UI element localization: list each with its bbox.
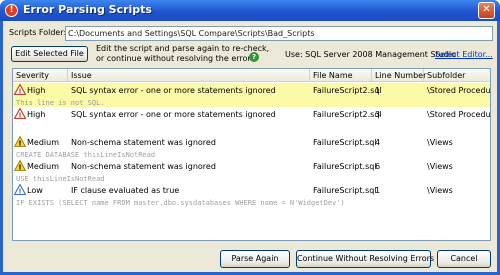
issues-list[interactable]: Severity Issue File Name Line Number Sub… bbox=[12, 68, 491, 241]
line-number-cell: 6 bbox=[375, 162, 381, 171]
subfolder-cell: \Stored Procedures bbox=[427, 86, 491, 95]
line-number-cell: 4 bbox=[375, 138, 381, 147]
severity-cell: High bbox=[27, 110, 46, 119]
code-snippet: CREATE DATABASE thisLineIsNotRead bbox=[16, 151, 156, 159]
severity-cell: Medium bbox=[27, 162, 59, 171]
svg-text:!: ! bbox=[18, 164, 21, 172]
line-number-cell: 3 bbox=[375, 110, 381, 119]
issue-cell: Non-schema statement was ignored bbox=[71, 162, 216, 171]
issue-cell: SQL syntax error - one or more statement… bbox=[71, 110, 276, 119]
window-title: Error Parsing Scripts bbox=[23, 3, 152, 16]
title-bar[interactable]: ! Error Parsing Scripts ✕ bbox=[0, 0, 500, 21]
parse-again-button[interactable]: Parse Again bbox=[220, 250, 290, 268]
issue-cell: Non-schema statement was ignored bbox=[71, 138, 216, 147]
file-name-cell: FailureScript.sql bbox=[313, 162, 377, 171]
line-number-cell: 1 bbox=[375, 186, 381, 195]
table-row[interactable]: ! Low IF clause evaluated as true Failur… bbox=[13, 183, 490, 207]
svg-text:!: ! bbox=[18, 112, 21, 120]
issue-cell: IF clause evaluated as true bbox=[71, 186, 180, 195]
severity-cell: Low bbox=[27, 186, 43, 195]
hint-line-1: Edit the script and parse again to re-ch… bbox=[96, 44, 270, 53]
file-name-cell: FailureScript2.sql bbox=[313, 86, 382, 95]
dialog-body: Scripts Folder: C:\Documents and Setting… bbox=[3, 21, 497, 272]
file-name-cell: FailureScript.sql bbox=[313, 186, 377, 195]
svg-text:!: ! bbox=[18, 140, 21, 148]
subfolder-cell: \Views bbox=[427, 186, 453, 195]
subfolder-cell: \Views bbox=[427, 138, 453, 147]
table-row[interactable]: ! High SQL syntax error - one or more st… bbox=[13, 107, 490, 131]
error-icon: ! bbox=[5, 4, 18, 17]
table-row[interactable]: ! High SQL syntax error - one or more st… bbox=[13, 83, 490, 107]
dialog-window: ! Error Parsing Scripts ✕ Scripts Folder… bbox=[0, 0, 500, 275]
editor-in-use: Use: SQL Server 2008 Management Studio bbox=[285, 50, 456, 59]
error-icon: ! bbox=[14, 108, 26, 119]
scripts-folder-label: Scripts Folder: bbox=[9, 28, 67, 37]
edit-selected-file-button[interactable]: Edit Selected File bbox=[11, 46, 88, 62]
select-editor-link[interactable]: Select Editor... bbox=[435, 50, 493, 59]
hint-line-2: or continue without resolving the errors bbox=[96, 54, 255, 63]
severity-cell: Medium bbox=[27, 138, 59, 147]
code-snippet: IF EXISTS (SELECT name FROM master.dbo.s… bbox=[16, 199, 345, 207]
svg-text:!: ! bbox=[18, 188, 21, 196]
close-button[interactable]: ✕ bbox=[478, 2, 495, 19]
subfolder-cell: \Views bbox=[427, 162, 453, 171]
line-number-cell: 1 bbox=[375, 86, 381, 95]
file-name-cell: FailureScript2.sql bbox=[313, 110, 382, 119]
column-header-severity[interactable]: Severity bbox=[13, 69, 68, 82]
severity-cell: High bbox=[27, 86, 46, 95]
code-snippet: USE thisLineIsNotRead bbox=[16, 175, 105, 183]
column-header-file-name[interactable]: File Name bbox=[310, 69, 372, 82]
continue-without-resolving-errors-button[interactable]: Continue Without Resolving Errors bbox=[296, 250, 434, 268]
issue-cell: SQL syntax error - one or more statement… bbox=[71, 86, 276, 95]
scripts-folder-field[interactable]: C:\Documents and Settings\SQL Compare\Sc… bbox=[65, 26, 493, 41]
file-name-cell: FailureScript.sql bbox=[313, 138, 377, 147]
code-snippet: This line is not SQL. bbox=[16, 99, 105, 107]
column-header-line-number[interactable]: Line Number bbox=[372, 69, 426, 82]
info-icon: ! bbox=[14, 184, 26, 195]
subfolder-cell: \Stored Procedures bbox=[427, 110, 491, 119]
column-header-subfolder[interactable]: Subfolder bbox=[424, 69, 490, 82]
error-icon: ! bbox=[14, 84, 26, 95]
table-row[interactable]: ! Medium Non-schema statement was ignore… bbox=[13, 159, 490, 183]
warning-icon: ! bbox=[14, 160, 26, 171]
warning-icon: ! bbox=[14, 136, 26, 147]
list-header: Severity Issue File Name Line Number Sub… bbox=[13, 69, 490, 82]
cancel-button[interactable]: Cancel bbox=[437, 250, 491, 268]
svg-text:!: ! bbox=[18, 88, 21, 96]
help-icon[interactable]: ? bbox=[249, 52, 259, 62]
table-row[interactable]: ! Medium Non-schema statement was ignore… bbox=[13, 135, 490, 159]
column-header-issue[interactable]: Issue bbox=[68, 69, 310, 82]
